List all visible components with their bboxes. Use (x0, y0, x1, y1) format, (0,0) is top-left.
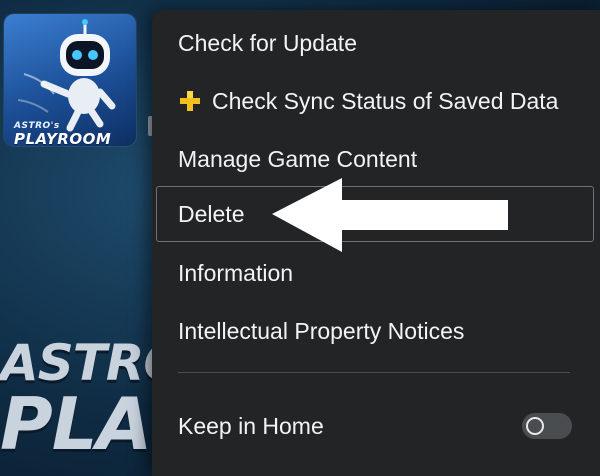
menu-item-label: Check for Update (178, 29, 357, 56)
background-title-line2: PLA (0, 382, 152, 466)
toggle-knob (526, 417, 544, 435)
keep-in-home-toggle[interactable] (522, 413, 572, 439)
menu-item-intellectual-property-notices[interactable]: Intellectual Property Notices (152, 303, 596, 359)
game-tile-astros-playroom[interactable]: ASTRO's PLAYROOM (4, 14, 136, 146)
menu-item-label: Manage Game Content (178, 145, 418, 172)
menu-item-label: Check Sync Status of Saved Data (212, 87, 559, 114)
tile-logo-big-text: PLAYROOM (14, 130, 112, 147)
ps-plus-icon (180, 91, 200, 111)
menu-item-check-for-update[interactable]: Check for Update (152, 15, 596, 71)
menu-item-label: Keep in Home (178, 412, 324, 439)
white-left-arrow-icon (272, 178, 508, 252)
menu-item-label: Delete (178, 200, 245, 227)
menu-item-check-sync-status[interactable]: Check Sync Status of Saved Data (152, 73, 596, 129)
menu-item-label: Information (178, 259, 294, 286)
menu-item-keep-in-home[interactable]: Keep in Home (152, 398, 596, 454)
menu-divider (178, 372, 570, 373)
menu-item-label: Intellectual Property Notices (178, 317, 465, 344)
